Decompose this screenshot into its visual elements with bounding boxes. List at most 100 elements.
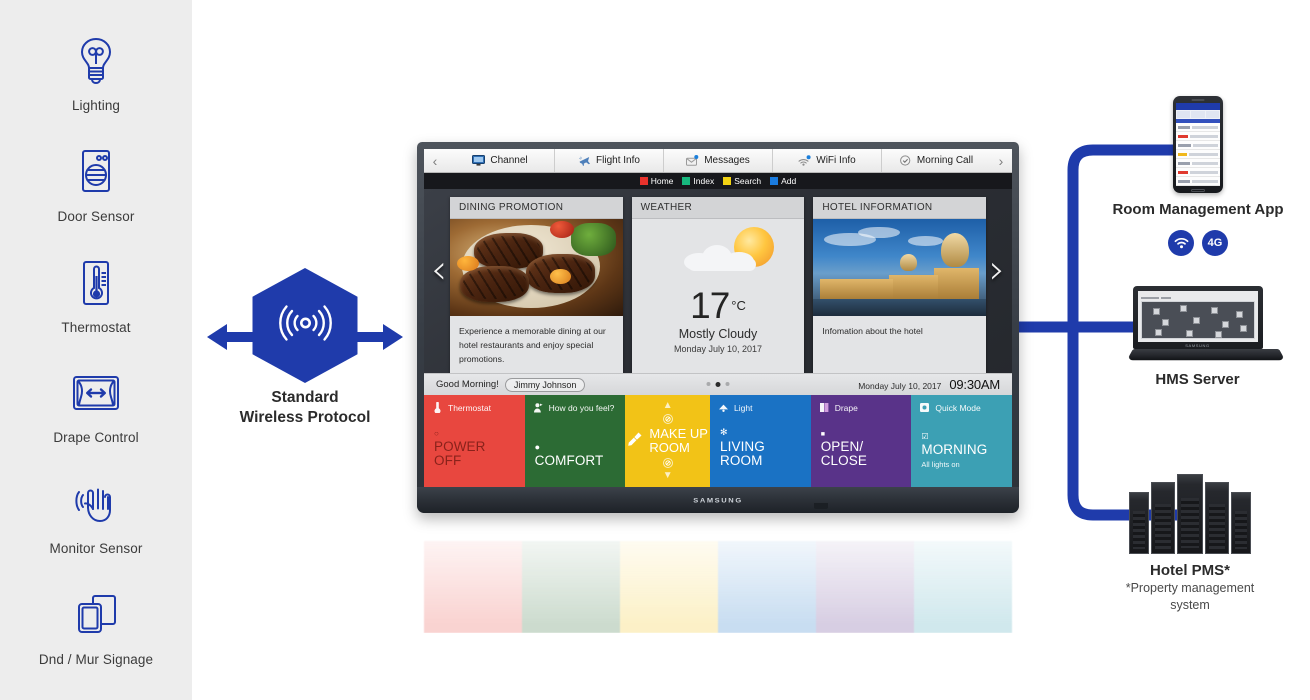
list-item [1176, 123, 1220, 132]
door-sensor-icon [68, 144, 124, 200]
tile-thermostat[interactable]: Thermostat ○ POWER OFF [424, 395, 525, 487]
thermostat-icon [68, 255, 124, 311]
tile-header: Drape [819, 402, 904, 413]
chevron-up-icon[interactable]: ▲ [663, 400, 673, 411]
key-swatch-blue [770, 177, 779, 185]
network-map [1140, 301, 1255, 339]
laptop-network-map[interactable]: SAMSUNG [1126, 286, 1285, 363]
dnd-toggle-icon[interactable] [662, 413, 673, 424]
color-key-row: Home Index Search Add [424, 173, 1012, 189]
tile-main: ✻ LIVING ROOM [720, 427, 765, 469]
tile-quick-mode[interactable]: Quick Mode ☑ MORNING All lights on [911, 395, 1012, 487]
color-key-index[interactable]: Index [682, 176, 714, 186]
nav-item-messages[interactable]: Messages [663, 149, 772, 172]
cloud-shape [908, 236, 943, 247]
smartphone-room-list[interactable] [1173, 96, 1223, 193]
carousel-next-button[interactable]: › [986, 247, 1008, 293]
phone-home-button[interactable] [1191, 188, 1205, 192]
samsung-logo: SAMSUNG [1185, 343, 1210, 348]
phone-app-titlebar [1176, 103, 1220, 110]
card-dining-promotion[interactable]: DINING PROMOTION Experience a memorable … [450, 197, 623, 377]
device-caption: Hotel PMS* [1149, 562, 1230, 579]
tile-title: MORNING [921, 442, 988, 458]
tile-header-label: Thermostat [448, 402, 491, 413]
tile-header: Quick Mode [919, 402, 1004, 413]
device-sidebar: Lighting Door Sensor Thermostat Drape Co… [0, 0, 192, 700]
card-weather[interactable]: WEATHER 17 °C Mostly Cloudy Monday July … [631, 197, 805, 377]
device-room-management-app: Room Management App 4G [1098, 96, 1298, 256]
dome-shape [941, 232, 969, 268]
phone-tab-bar [1176, 110, 1220, 119]
page-dot[interactable] [725, 382, 730, 386]
broom-icon [627, 431, 643, 452]
device-caption: Room Management App [1112, 201, 1284, 218]
wifi-icon [798, 155, 811, 166]
carousel-prev-button[interactable]: ‹ [428, 247, 450, 293]
tile-header-label: Quick Mode [935, 402, 981, 413]
nav-item-channel[interactable]: Channel [446, 149, 554, 172]
4g-icon: 4G [1202, 230, 1228, 256]
samsung-logo: SAMSUNG [693, 496, 743, 504]
tile-drape[interactable]: Drape ■ OPEN/ CLOSE [810, 395, 912, 487]
color-key-label: Add [781, 176, 797, 186]
server-racks[interactable] [1090, 466, 1290, 554]
sidebar-item-label: Monitor Sensor [49, 540, 143, 556]
tile-bullet: ● [534, 442, 541, 453]
sidebar-item-monitor-sensor[interactable]: Monitor Sensor [0, 476, 192, 556]
rack-unit [1177, 474, 1203, 554]
card-hotel-information[interactable]: HOTEL INFORMATION Infomation about the h… [813, 197, 987, 377]
pepper-shape [550, 269, 571, 284]
nav-item-flight-info[interactable]: Flight Info [554, 149, 663, 172]
color-key-label: Index [693, 176, 715, 186]
tile-subtitle: All lights on [921, 460, 960, 469]
nav-item-label: Messages [704, 155, 750, 166]
drape-control-icon [68, 365, 124, 421]
tile-comfort[interactable]: How do you feel? ● COMFORT [524, 395, 626, 487]
color-key-home[interactable]: Home [639, 176, 673, 186]
sidebar-item-thermostat[interactable]: Thermostat [0, 255, 192, 335]
sidebar-item-drape-control[interactable]: Drape Control [0, 365, 192, 445]
tile-header: Light [718, 402, 803, 413]
carousel-page-dots[interactable] [706, 382, 730, 387]
grilled-steak-photo [450, 219, 623, 316]
guest-name-chip: Jimmy Johnson [504, 377, 586, 392]
nav-item-label: Morning Call [916, 155, 974, 166]
temperature-display: 17 °C [690, 285, 746, 327]
card-title: DINING PROMOTION [450, 197, 623, 219]
sidebar-item-lighting[interactable]: Lighting [0, 33, 192, 113]
color-key-search[interactable]: Search [723, 176, 761, 186]
chevron-down-icon[interactable]: ▼ [663, 471, 673, 481]
quick-mode-icon [919, 402, 930, 413]
laptop-screen [1137, 291, 1258, 342]
nav-item-morning-call[interactable]: Morning Call [881, 149, 990, 172]
page-dot-active[interactable] [715, 382, 721, 387]
phone-screen [1176, 103, 1220, 186]
rack-unit [1129, 492, 1149, 554]
sidebar-item-label: Dnd / Mur Signage [38, 651, 154, 667]
sidebar-item-dnd-signage[interactable]: Dnd / Mur Signage [0, 587, 192, 667]
list-item [1176, 141, 1220, 150]
greeting-time: 09:30AM [949, 377, 1000, 392]
nav-prev-button[interactable]: ‹ [424, 149, 446, 172]
mur-toggle-icon[interactable] [662, 458, 673, 469]
color-key-add[interactable]: Add [770, 176, 796, 186]
tile-light[interactable]: Light ✻ LIVING ROOM [710, 395, 811, 487]
wireless-signal-icon [274, 298, 336, 353]
tile-make-up-room[interactable]: ▲ MAKE UP ROOM ▼ [625, 395, 711, 487]
page-dot[interactable] [706, 382, 711, 386]
monitor-icon [472, 155, 486, 166]
tv-nav-bar: ‹ Channel Flight Info Messages WiFi Info… [424, 149, 1012, 173]
temperature-value: 17 [690, 285, 730, 327]
airplane-icon [578, 155, 591, 166]
nav-item-wifi-info[interactable]: WiFi Info [772, 149, 881, 172]
weather-date: Monday July 10, 2017 [673, 343, 763, 354]
cloud-shape [684, 245, 760, 271]
lamp-icon [718, 402, 729, 413]
device-subcaption-line2: system [1170, 598, 1210, 613]
nav-next-button[interactable]: › [990, 149, 1012, 172]
tv-chin: SAMSUNG [417, 487, 1019, 513]
tile-bullet: ■ [820, 430, 825, 438]
sidebar-item-door-sensor[interactable]: Door Sensor [0, 144, 192, 224]
device-hms-server: SAMSUNG HMS Server [1110, 286, 1285, 388]
card-text: Infomation about the hotel [822, 326, 923, 336]
